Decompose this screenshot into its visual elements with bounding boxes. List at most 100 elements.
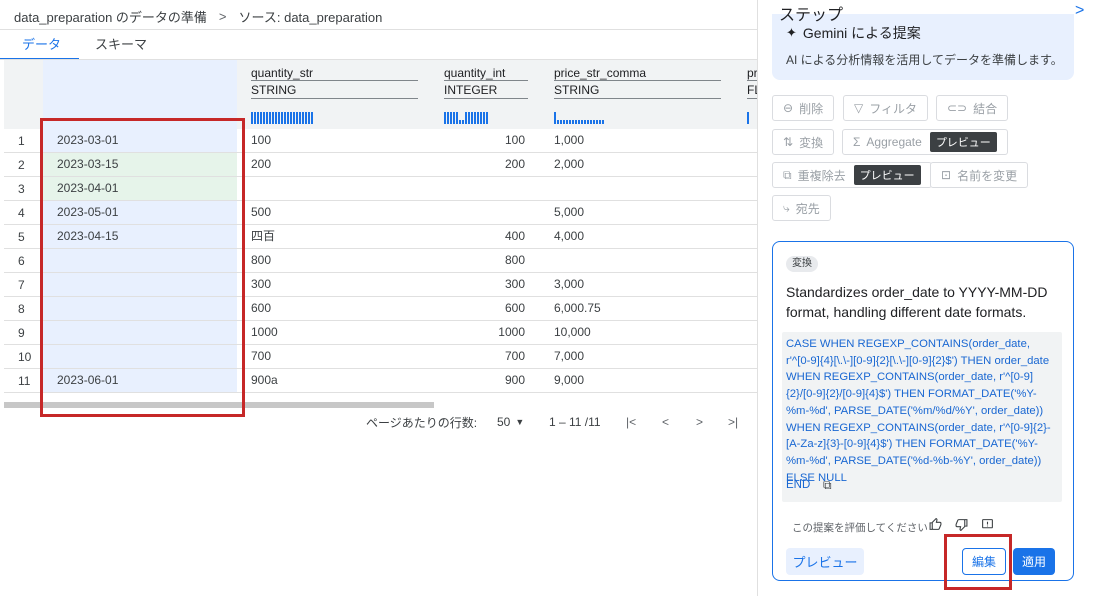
sparkline-bar: [474, 112, 476, 124]
table-row[interactable]: 6 800 800: [4, 249, 757, 273]
thumbs-up-icon[interactable]: [929, 517, 942, 534]
cell-order-date[interactable]: 2023-06-01: [43, 369, 237, 392]
column-header-price-str-comma[interactable]: price_str_comma STRING: [540, 60, 733, 129]
row-number: 5: [18, 230, 25, 244]
row-number: 1: [18, 134, 25, 148]
thumbs-down-icon[interactable]: [955, 518, 968, 534]
cell-order-date[interactable]: 2023-05-01: [43, 201, 237, 224]
cell-quantity-int[interactable]: [430, 201, 531, 224]
cell-quantity-int[interactable]: 1000: [430, 321, 531, 344]
preview-button[interactable]: プレビュー: [786, 548, 864, 575]
prev-page-icon[interactable]: <: [662, 413, 669, 431]
table-row[interactable]: 4 2023-05-01 500 5,000: [4, 201, 757, 225]
apply-button[interactable]: 適用: [1013, 548, 1055, 575]
sparkline-bar: [486, 112, 488, 124]
cell-quantity-int[interactable]: 900: [430, 369, 531, 392]
sparkline-bar: [554, 112, 556, 124]
cell-price-str-comma[interactable]: [540, 249, 733, 272]
table-row[interactable]: 11 2023-06-01 900a 900 9,000: [4, 369, 757, 393]
table-row[interactable]: 1 2023-03-01 100 100 1,000: [4, 129, 757, 153]
cell-quantity-str[interactable]: 600: [237, 297, 430, 320]
copy-icon[interactable]: ⧉: [823, 478, 832, 493]
cell-order-date[interactable]: [43, 321, 237, 344]
cell-quantity-str[interactable]: 100: [237, 129, 430, 152]
table-row[interactable]: 9 1000 1000 10,000: [4, 321, 757, 345]
sparkline-bar: [311, 112, 313, 124]
transform-button[interactable]: ⇅ 変換: [772, 129, 835, 155]
cell-price-str-comma[interactable]: 2,000: [540, 153, 733, 176]
destination-icon: ⤷: [783, 200, 790, 215]
deduplicate-button[interactable]: ⧉ 重複除去 プレビュー: [772, 162, 932, 188]
destination-button[interactable]: ⤷ 宛先: [772, 195, 831, 221]
column-header-pr[interactable]: pr FL: [733, 60, 757, 129]
report-icon[interactable]: [981, 518, 994, 534]
cell-quantity-int[interactable]: 200: [430, 153, 531, 176]
last-page-icon[interactable]: >|: [728, 413, 738, 431]
cell-price-str-comma[interactable]: 5,000: [540, 201, 733, 224]
cell-price-str-comma[interactable]: 3,000: [540, 273, 733, 296]
table-row[interactable]: 10 700 700 7,000: [4, 345, 757, 369]
table-row[interactable]: 2 2023-03-15 200 200 2,000: [4, 153, 757, 177]
cell-quantity-str[interactable]: 1000: [237, 321, 430, 344]
cell-order-date[interactable]: [43, 345, 237, 368]
sparkline-bar: [572, 120, 574, 124]
sparkline-bar: [590, 120, 592, 124]
cell-order-date[interactable]: [43, 249, 237, 272]
tab-data[interactable]: データ: [0, 31, 80, 60]
gemini-title: Gemini による提案: [802, 25, 921, 41]
cell-quantity-int[interactable]: 800: [430, 249, 531, 272]
cell-price-str-comma[interactable]: 4,000: [540, 225, 733, 248]
breadcrumb-item-source[interactable]: ソース: data_preparation: [239, 7, 383, 26]
tab-schema[interactable]: スキーマ: [79, 31, 163, 60]
first-page-icon[interactable]: |<: [626, 413, 636, 431]
cell-quantity-str[interactable]: 500: [237, 201, 430, 224]
table-row[interactable]: 5 2023-04-15 四百 400 4,000: [4, 225, 757, 249]
cell-quantity-int[interactable]: 700: [430, 345, 531, 368]
cell-quantity-int[interactable]: 600: [430, 297, 531, 320]
horizontal-scrollbar[interactable]: [4, 402, 434, 408]
cell-quantity-str[interactable]: 200: [237, 153, 430, 176]
cell-quantity-int[interactable]: 300: [430, 273, 531, 296]
cell-quantity-str[interactable]: 800: [237, 249, 430, 272]
sparkline-bar: [557, 120, 559, 124]
cell-quantity-int[interactable]: 100: [430, 129, 531, 152]
cell-price-str-comma[interactable]: [540, 177, 733, 200]
table-row[interactable]: 3 2023-04-01: [4, 177, 757, 201]
column-type: STRING: [251, 83, 297, 97]
cell-price-str-comma[interactable]: 1,000: [540, 129, 733, 152]
filter-button[interactable]: ▽ フィルタ: [843, 95, 928, 121]
chevron-right-icon[interactable]: >: [1075, 2, 1084, 20]
cell-quantity-str[interactable]: 300: [237, 273, 430, 296]
table-row[interactable]: 7 300 300 3,000: [4, 273, 757, 297]
rows-per-page-select[interactable]: 50 ▼: [497, 413, 524, 431]
table-row[interactable]: 8 600 600 6,000.75: [4, 297, 757, 321]
cell-order-date[interactable]: 2023-04-15: [43, 225, 237, 248]
join-button[interactable]: ⊂⊃ 結合: [936, 95, 1009, 121]
next-page-icon[interactable]: >: [696, 413, 703, 431]
delete-button[interactable]: ⊖ 削除: [772, 95, 835, 121]
cell-quantity-int[interactable]: 400: [430, 225, 531, 248]
cell-price-str-comma[interactable]: 6,000.75: [540, 297, 733, 320]
cell-order-date[interactable]: 2023-03-15: [43, 153, 237, 176]
cell-price-str-comma[interactable]: 9,000: [540, 369, 733, 392]
sparkline-bar: [287, 112, 289, 124]
cell-price-str-comma[interactable]: 7,000: [540, 345, 733, 368]
column-name: price_str_comma: [554, 66, 647, 80]
rename-button[interactable]: ⊡ 名前を変更: [930, 162, 1029, 188]
cell-quantity-str[interactable]: [237, 177, 430, 200]
cell-quantity-str[interactable]: 900a: [237, 369, 430, 392]
cell-price-str-comma[interactable]: 10,000: [540, 321, 733, 344]
cell-order-date[interactable]: [43, 297, 237, 320]
column-header-quantity-int[interactable]: quantity_int INTEGER: [430, 60, 540, 129]
edit-button[interactable]: 編集: [962, 548, 1006, 575]
cell-quantity-str[interactable]: 700: [237, 345, 430, 368]
deduplicate-label: 重複除去: [797, 168, 846, 183]
breadcrumb-item-prep[interactable]: data_preparation のデータの準備: [14, 7, 207, 26]
cell-order-date[interactable]: 2023-03-01: [43, 129, 237, 152]
cell-quantity-int[interactable]: [430, 177, 531, 200]
column-header-quantity-str[interactable]: quantity_str STRING: [237, 60, 430, 129]
cell-quantity-str[interactable]: 四百: [237, 225, 430, 248]
cell-order-date[interactable]: 2023-04-01: [43, 177, 237, 200]
aggregate-button[interactable]: Σ Aggregate プレビュー: [842, 129, 1008, 155]
cell-order-date[interactable]: [43, 273, 237, 296]
